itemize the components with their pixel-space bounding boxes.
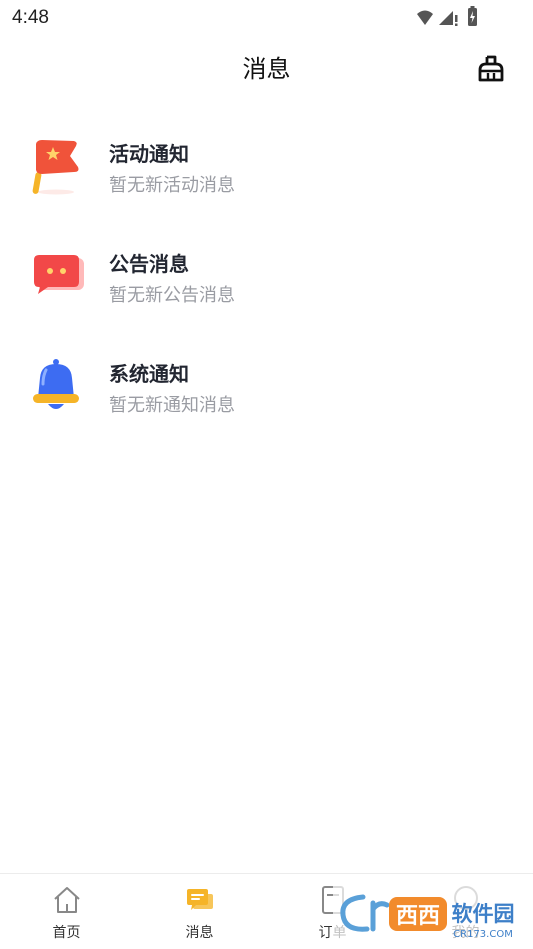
header: 消息 (0, 36, 533, 100)
message-subtitle: 暂无新公告消息 (109, 285, 235, 306)
message-list: 活动通知 暂无新活动消息 公告消息 暂无新公告消息 系统通知 暂无新通知消息 (0, 116, 533, 446)
tab-label: 消息 (185, 925, 214, 941)
clear-messages-button[interactable] (475, 52, 507, 84)
message-icon (186, 889, 213, 910)
message-item-system[interactable]: 系统通知 暂无新通知消息 (0, 336, 533, 446)
status-bar: 4:48 (0, 0, 533, 36)
battery-icon (468, 6, 477, 26)
chat-bubble-icon (34, 255, 84, 294)
svg-text:CR173.COM: CR173.COM (453, 929, 513, 940)
status-icons (417, 6, 477, 26)
message-title: 公告消息 (109, 252, 189, 276)
flag-icon (32, 140, 79, 195)
message-title: 活动通知 (109, 142, 189, 166)
broom-icon (478, 55, 504, 82)
tab-label: 首页 (52, 925, 81, 941)
home-icon (53, 887, 80, 913)
svg-text:西西: 西西 (396, 904, 440, 929)
message-item-announcement[interactable]: 公告消息 暂无新公告消息 (0, 226, 533, 336)
tab-messages[interactable]: 消息 (133, 874, 266, 949)
signal-icon (439, 11, 458, 26)
watermark-logo: 西西 软件园 CR173.COM (333, 885, 533, 943)
message-item-activity[interactable]: 活动通知 暂无新活动消息 (0, 116, 533, 226)
wifi-icon (417, 10, 433, 25)
tab-home[interactable]: 首页 (0, 874, 133, 949)
message-subtitle: 暂无新活动消息 (109, 175, 235, 196)
message-subtitle: 暂无新通知消息 (109, 395, 235, 416)
message-title: 系统通知 (109, 362, 189, 386)
status-time: 4:48 (12, 7, 49, 28)
svg-text:软件园: 软件园 (452, 902, 515, 926)
bell-icon (33, 359, 79, 409)
page-title: 消息 (242, 55, 291, 83)
